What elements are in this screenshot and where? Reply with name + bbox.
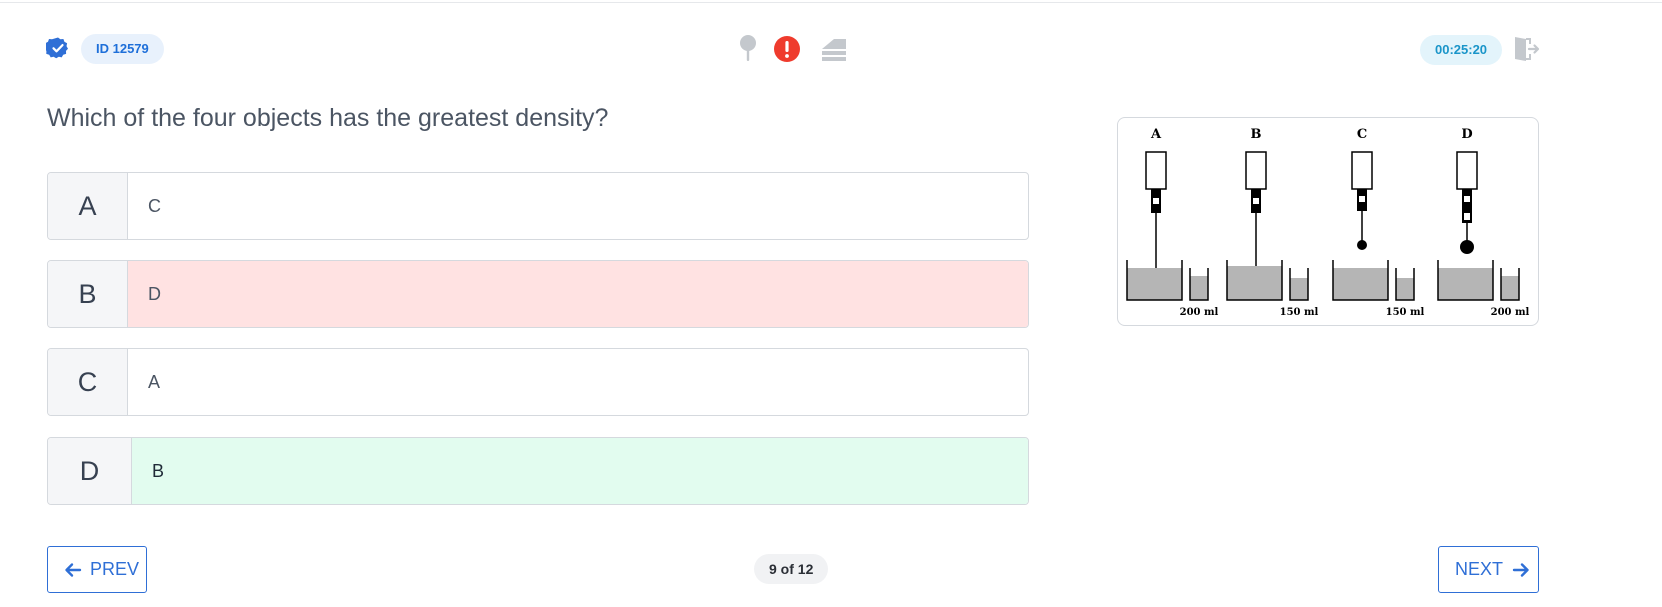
volume-label-d: 200 ml [1491, 307, 1530, 318]
spring-scale-c [1332, 151, 1415, 301]
next-label: NEXT [1455, 559, 1504, 579]
eraser-icon[interactable] [820, 36, 848, 62]
spring-scale-a [1126, 151, 1209, 301]
spring-scale-b [1226, 151, 1309, 301]
option-letter: B [48, 261, 128, 327]
option-text: D [128, 261, 1028, 327]
figure-label-b: B [1251, 127, 1262, 142]
option-text: B [132, 438, 1028, 504]
spring-scale-d [1437, 151, 1520, 301]
exit-icon[interactable] [1512, 35, 1540, 63]
question-text: Which of the four objects has the greate… [47, 104, 609, 132]
verified-badge-icon [46, 37, 68, 59]
answer-option-a[interactable]: A C [47, 172, 1029, 240]
top-divider [0, 2, 1662, 3]
pin-icon[interactable] [739, 34, 757, 64]
answer-option-c[interactable]: C A [47, 348, 1029, 416]
figure-label-d: D [1461, 127, 1472, 142]
question-id-badge: ID 12579 [81, 34, 164, 64]
figure-label-a: A [1150, 127, 1162, 142]
arrow-left-icon [65, 562, 82, 577]
arrow-right-icon [1512, 562, 1529, 577]
option-text: C [148, 195, 161, 216]
question-figure: A B C D 200 ml 150 ml 150 ml 200 ml [1117, 117, 1539, 326]
spring-scale-diagram: A B C D 200 ml 150 ml 150 ml 200 ml [1126, 127, 1530, 318]
figure-label-c: C [1357, 127, 1367, 142]
volume-label-a: 200 ml [1180, 307, 1219, 318]
option-letter: D [48, 438, 132, 504]
prev-button[interactable]: PREV [47, 546, 147, 593]
page-indicator: 9 of 12 [754, 554, 829, 584]
volume-label-b: 150 ml [1280, 307, 1319, 318]
option-letter: A [48, 173, 128, 239]
volume-label-c: 150 ml [1386, 307, 1425, 318]
prev-label: PREV [90, 559, 140, 579]
answer-option-d[interactable]: D B [47, 437, 1029, 505]
option-letter: C [48, 349, 128, 415]
alert-icon[interactable] [773, 35, 801, 63]
timer: 00:25:20 [1420, 35, 1503, 65]
option-text: A [148, 371, 161, 392]
next-button[interactable]: NEXT [1438, 546, 1539, 593]
answer-option-b[interactable]: B D [47, 260, 1029, 328]
